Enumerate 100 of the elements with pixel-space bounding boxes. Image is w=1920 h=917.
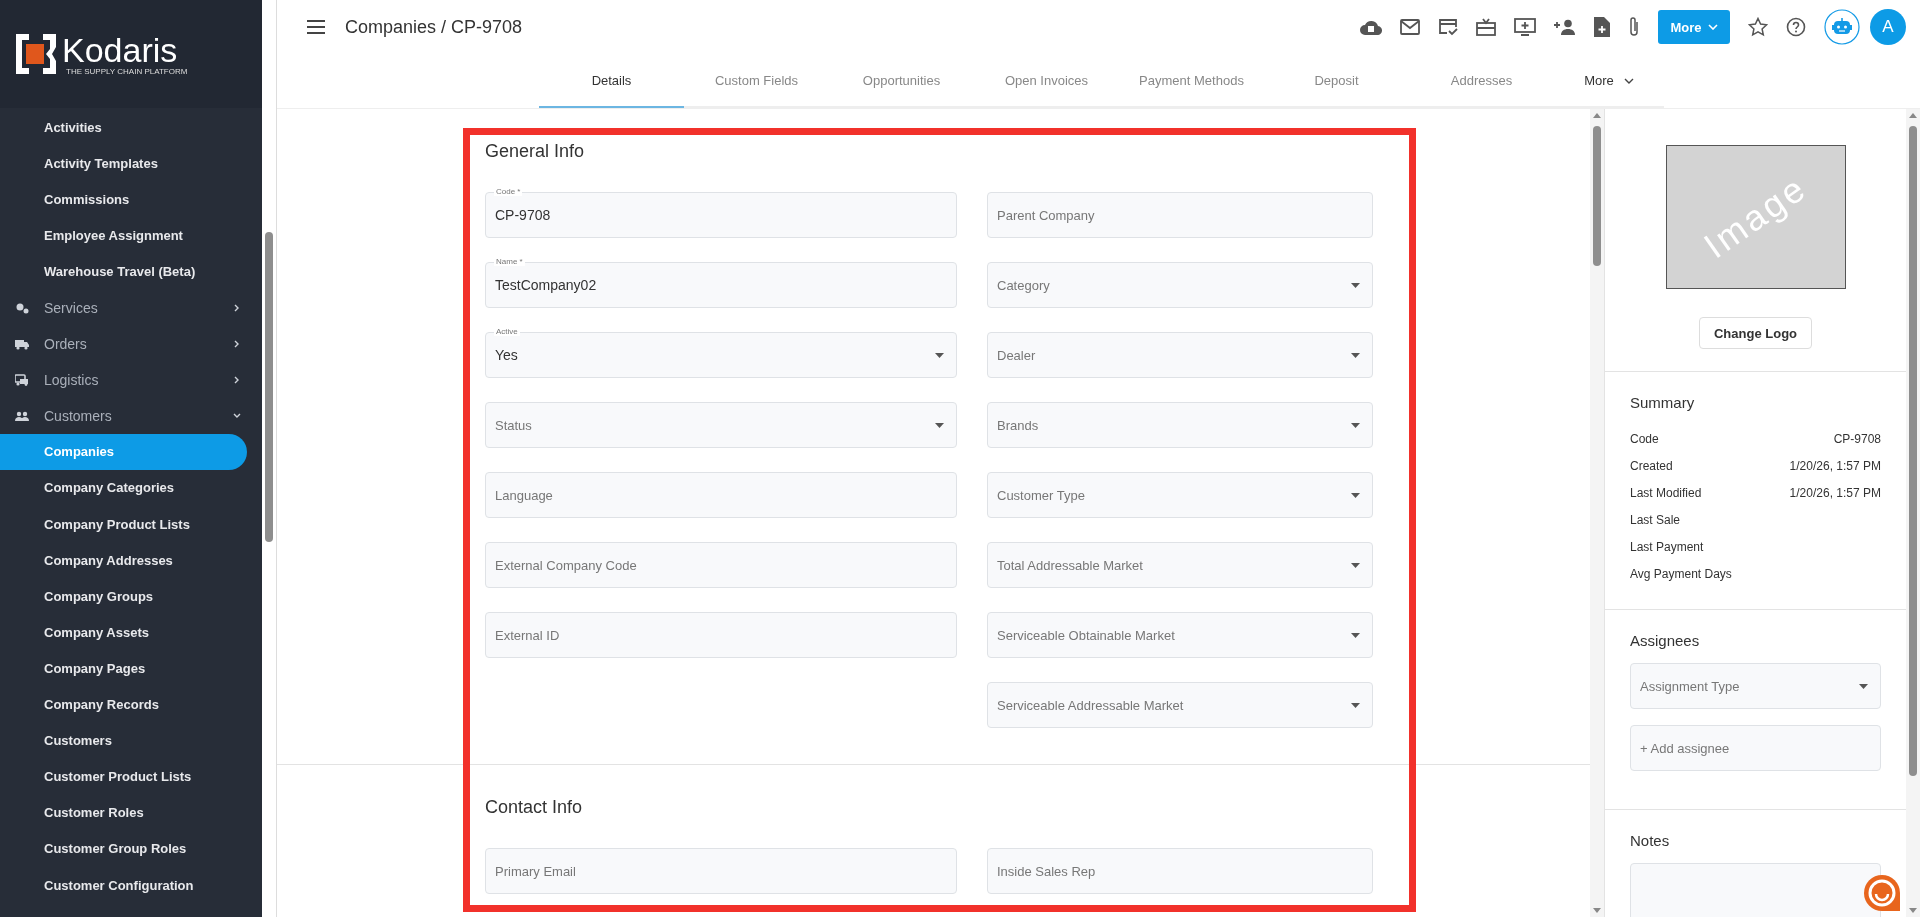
sidebar-item[interactable]: Company Categories xyxy=(0,469,247,507)
input-field[interactable]: External ID xyxy=(485,612,957,658)
assignees-title: Assignees xyxy=(1630,632,1701,649)
sidebar-item[interactable]: Activities xyxy=(0,109,247,146)
summary-label: Created xyxy=(1630,458,1673,473)
sidebar-group[interactable]: Logistics xyxy=(0,361,247,398)
scrollbar-thumb[interactable] xyxy=(265,232,273,542)
chat-icon[interactable] xyxy=(1862,873,1902,913)
robot-icon[interactable] xyxy=(1824,9,1860,45)
summary-label: Last Modified xyxy=(1630,485,1702,500)
star-icon[interactable] xyxy=(1748,17,1768,37)
dropdown-caret-icon xyxy=(1351,283,1360,288)
sidebar-item[interactable]: Company Product Lists xyxy=(0,506,247,543)
gift-card-icon[interactable] xyxy=(1476,18,1496,36)
panel-scrollbar[interactable] xyxy=(1906,109,1920,917)
cloud-save-icon[interactable] xyxy=(1360,19,1382,35)
group-label: Customers xyxy=(44,407,113,424)
dropdown-caret-icon xyxy=(1351,353,1360,358)
monitor-add-icon[interactable] xyxy=(1514,18,1536,36)
sidebar-group[interactable]: Customers xyxy=(0,397,247,434)
sidebar-item[interactable]: Company Addresses xyxy=(0,542,247,579)
dropdown-caret-icon xyxy=(1351,563,1360,568)
mail-icon[interactable] xyxy=(1400,19,1420,35)
summary-label: Last Payment xyxy=(1630,539,1704,554)
truck-icon xyxy=(15,337,29,350)
select-field[interactable]: Assignment Type xyxy=(1630,663,1881,709)
van-icon xyxy=(15,373,29,386)
sidebar-item[interactable]: Company Records xyxy=(0,686,247,723)
select-field[interactable]: Serviceable Addressable Market xyxy=(987,682,1373,728)
sidebar-item[interactable]: Employee Assignment xyxy=(0,217,247,254)
dropdown-caret-icon xyxy=(1351,703,1360,708)
brand-name: Kodaris xyxy=(62,32,179,67)
sidebar-item[interactable]: Customer Product Lists xyxy=(0,758,247,795)
section-title: Contact Info xyxy=(485,797,584,818)
input-field[interactable]: Primary Email xyxy=(485,848,957,894)
summary-value: 1/20/26, 1:57 PM xyxy=(1789,458,1881,473)
scroll-down-icon[interactable] xyxy=(1593,908,1601,913)
select-field[interactable]: Dealer xyxy=(987,332,1373,378)
input-field[interactable]: Language xyxy=(485,472,957,518)
group-label: Services xyxy=(44,299,99,316)
dropdown-caret-icon xyxy=(935,423,944,428)
summary-label: Last Sale xyxy=(1630,512,1681,527)
caret-icon xyxy=(1707,24,1718,30)
menu-icon[interactable] xyxy=(307,20,325,34)
group-label: Logistics xyxy=(44,371,100,388)
scrollbar-thumb[interactable] xyxy=(1909,126,1917,776)
dropdown-caret-icon xyxy=(1351,633,1360,638)
sidebar-item[interactable]: Company Pages xyxy=(0,650,247,687)
tab[interactable]: Opportunities xyxy=(829,54,974,108)
scroll-up-icon[interactable] xyxy=(1909,113,1917,118)
sidebar-scrollbar[interactable] xyxy=(262,0,277,917)
people-icon xyxy=(15,409,29,422)
help-icon[interactable] xyxy=(1786,17,1806,37)
scroll-up-icon[interactable] xyxy=(1593,113,1601,118)
input-field[interactable]: + Add assignee xyxy=(1630,725,1881,771)
sidebar-item[interactable]: Activity Templates xyxy=(0,145,247,182)
dropdown-caret-icon xyxy=(935,353,944,358)
sidebar-item[interactable]: Company Groups xyxy=(0,578,247,615)
input-field[interactable]: Parent Company xyxy=(987,192,1373,238)
select-field[interactable]: Category xyxy=(987,262,1373,308)
add-file-icon[interactable] xyxy=(1594,17,1610,37)
sidebar-group[interactable]: Orders xyxy=(0,325,247,362)
tab[interactable]: More xyxy=(1554,54,1664,108)
sidebar-item[interactable]: Commissions xyxy=(0,181,247,218)
select-field[interactable]: Status xyxy=(485,402,957,448)
tab[interactable]: Deposit xyxy=(1264,54,1409,108)
summary-label: Avg Payment Days xyxy=(1630,566,1732,581)
add-person-icon[interactable] xyxy=(1554,19,1576,35)
sidebar-item[interactable]: Customer Roles xyxy=(0,794,247,831)
sidebar-item[interactable]: Customer Group Roles xyxy=(0,830,247,867)
scrollbar-thumb[interactable] xyxy=(1593,126,1601,266)
notes-title: Notes xyxy=(1630,832,1671,849)
logo-icon xyxy=(16,34,56,74)
card-check-icon[interactable] xyxy=(1438,18,1458,36)
input-field[interactable]: External Company Code xyxy=(485,542,957,588)
tab[interactable]: Custom Fields xyxy=(684,54,829,108)
sidebar-item[interactable]: Company Assets xyxy=(0,614,247,651)
select-field[interactable]: Customer Type xyxy=(987,472,1373,518)
dropdown-caret-icon xyxy=(1351,423,1360,428)
scroll-down-icon[interactable] xyxy=(1909,908,1917,913)
sidebar-item[interactable]: Warehouse Travel (Beta) xyxy=(0,253,247,290)
input-field[interactable]: Inside Sales Rep xyxy=(987,848,1373,894)
chevron-down-icon xyxy=(1623,77,1634,84)
change-logo-button[interactable]: Change Logo xyxy=(1698,317,1812,349)
summary-label: Code xyxy=(1630,431,1659,446)
select-field[interactable]: Brands xyxy=(987,402,1373,448)
tab[interactable]: Payment Methods xyxy=(1119,54,1264,108)
tab[interactable]: Open Invoices xyxy=(974,54,1119,108)
summary-value: CP-9708 xyxy=(1833,431,1881,446)
sidebar-group[interactable]: Services xyxy=(0,289,247,326)
gears-icon xyxy=(15,301,29,314)
content-scrollbar[interactable] xyxy=(1590,109,1604,917)
group-label: Orders xyxy=(44,335,88,352)
select-field[interactable]: Serviceable Obtainable Market xyxy=(987,612,1373,658)
sidebar-item[interactable]: Customers xyxy=(0,722,247,759)
sidebar-item[interactable]: Customer Configuration xyxy=(0,866,247,904)
tab[interactable]: Addresses xyxy=(1409,54,1554,108)
select-field[interactable]: Total Addressable Market xyxy=(987,542,1373,588)
paperclip-icon[interactable] xyxy=(1628,16,1640,38)
tab[interactable]: Details xyxy=(539,54,684,108)
